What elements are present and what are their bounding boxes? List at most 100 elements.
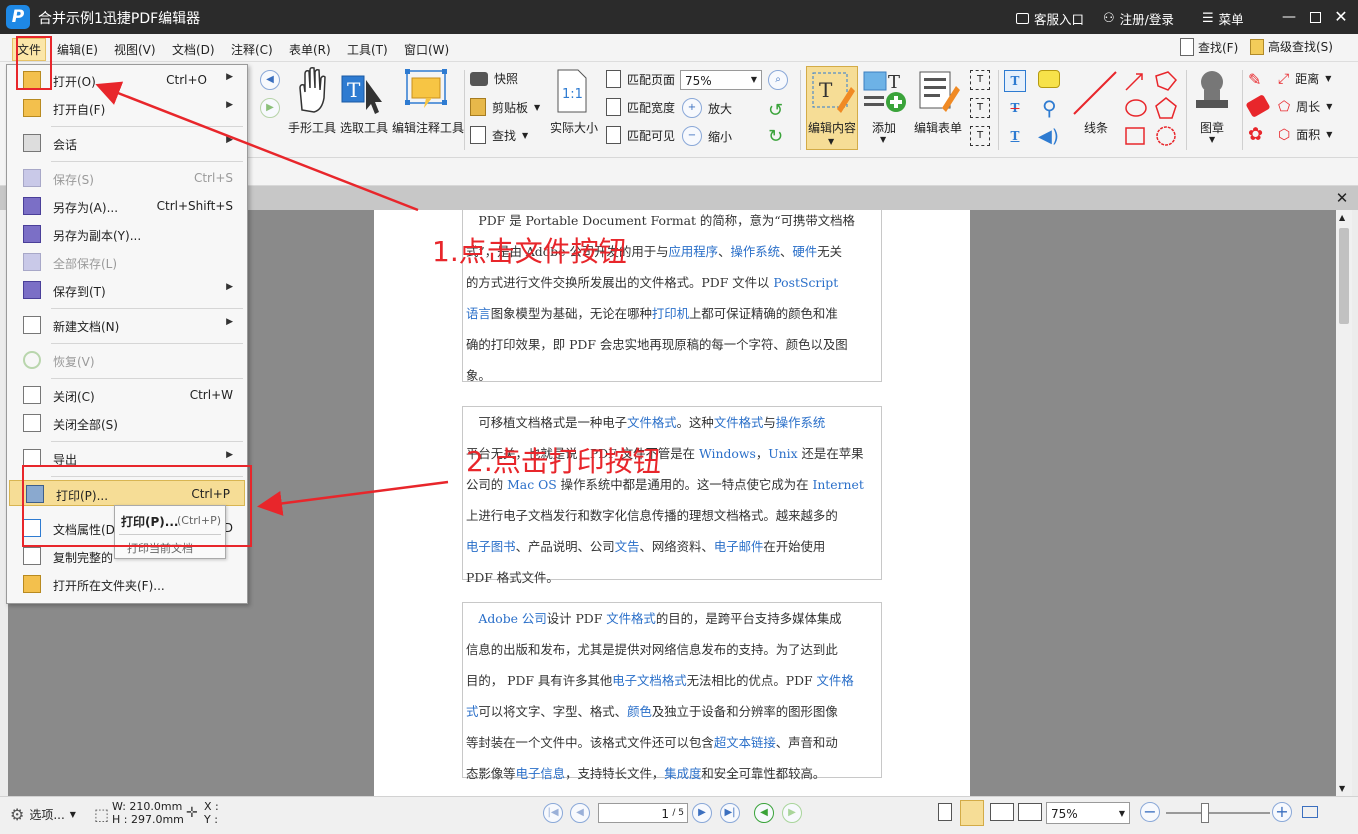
distance-button[interactable]: ⤢ 距离 ▼ xyxy=(1278,70,1331,87)
back-icon[interactable]: ◀ xyxy=(260,70,280,90)
history-back-icon[interactable]: ◀ xyxy=(754,803,774,823)
hyperlink[interactable]: Adobe 公司 xyxy=(478,611,546,626)
scrollbar-thumb[interactable] xyxy=(1339,228,1349,324)
login-button[interactable]: ⚇ 注册/登录 xyxy=(1103,9,1174,28)
hyperlink[interactable]: 集成度 xyxy=(664,766,701,781)
edit-content-button[interactable]: T 编辑内容 ▼ xyxy=(806,66,858,150)
hyperlink[interactable]: 操作系统 xyxy=(776,415,826,430)
clipboard-button[interactable]: 剪贴板 ▼ xyxy=(470,98,540,116)
menu-view[interactable]: 视图(V) xyxy=(114,41,156,58)
zoom-out-button[interactable]: − 缩小 xyxy=(682,126,732,146)
forward-icon[interactable]: ▶ xyxy=(260,98,280,118)
menu-item-save-to[interactable]: 保存到(T) ▶ xyxy=(7,277,247,303)
hyperlink[interactable]: 电子信息 xyxy=(516,766,566,781)
menu-edit[interactable]: 编辑(E) xyxy=(57,41,98,58)
service-button[interactable]: 客服入口 xyxy=(1016,9,1084,28)
stamp-button[interactable] xyxy=(1190,68,1234,116)
hyperlink[interactable]: 电子邮件 xyxy=(714,539,764,554)
facing-page-icon[interactable] xyxy=(990,803,1014,821)
strikeout-icon[interactable]: T xyxy=(1004,98,1026,120)
zoom-in-button[interactable]: + 放大 xyxy=(682,98,732,118)
hyperlink[interactable]: 操作系统 xyxy=(730,244,780,259)
hyperlink[interactable]: Internet xyxy=(812,477,863,492)
status-zoom-out-icon[interactable]: − xyxy=(1140,802,1160,822)
main-menu-button[interactable]: ☰ 菜单 xyxy=(1202,9,1244,28)
hyperlink[interactable]: 电子文档格式 xyxy=(612,673,686,688)
hyperlink[interactable]: 电子图书 xyxy=(466,539,516,554)
scroll-down-icon[interactable]: ▼ xyxy=(1339,784,1345,793)
scroll-up-icon[interactable]: ▲ xyxy=(1339,213,1345,222)
advanced-find-button[interactable]: 高级查找(S) xyxy=(1250,38,1333,55)
menu-item-save[interactable]: 保存(S) Ctrl+S xyxy=(7,165,247,191)
pencil-icon[interactable]: ✎ xyxy=(1248,70,1268,90)
perimeter-button[interactable]: ⬠ 周长 ▼ xyxy=(1278,98,1332,115)
menu-item-close-all[interactable]: 关闭全部(S) xyxy=(7,410,247,436)
first-page-icon[interactable]: |◀ xyxy=(543,803,563,823)
hyperlink[interactable]: PostScript xyxy=(773,275,838,290)
rotate-cw-icon[interactable]: ↻ xyxy=(768,126,783,147)
attachment-icon[interactable]: ⚲ xyxy=(1042,96,1057,120)
text-field-icon[interactable]: T xyxy=(970,70,990,90)
close-window-button[interactable]: ✕ xyxy=(1330,6,1352,28)
menu-document[interactable]: 文档(D) xyxy=(172,41,215,58)
status-zoom-select[interactable]: 75% ▼ xyxy=(1046,802,1130,824)
hyperlink[interactable]: 文件格 xyxy=(817,673,854,688)
fit-width-button[interactable]: 匹配宽度 xyxy=(606,98,675,116)
typewriter-icon[interactable]: T xyxy=(1004,70,1026,92)
minimize-button[interactable]: — xyxy=(1278,6,1300,28)
hyperlink[interactable]: Unix xyxy=(768,446,797,461)
actual-size-button[interactable]: 1:1 xyxy=(554,68,590,114)
menu-window[interactable]: 窗口(W) xyxy=(404,41,449,58)
hyperlink[interactable]: 超文本链接 xyxy=(714,735,776,750)
edit-form-button[interactable] xyxy=(916,68,962,114)
menu-item-save-copy[interactable]: 另存为副本(Y)... xyxy=(7,221,247,247)
snapshot-button[interactable]: 快照 xyxy=(470,70,518,87)
menu-comment[interactable]: 注释(C) xyxy=(231,41,273,58)
rotate-ccw-icon[interactable]: ↺ xyxy=(768,100,783,121)
hyperlink[interactable]: 打印机 xyxy=(652,306,689,321)
menu-item-new-document[interactable]: 新建文档(N) ▶ xyxy=(7,312,247,338)
prev-page-icon[interactable]: ◀ xyxy=(570,803,590,823)
select-tool-button[interactable]: T xyxy=(340,72,384,116)
fit-visible-button[interactable]: 匹配可见 xyxy=(606,126,675,144)
hyperlink[interactable]: 文件格式 xyxy=(714,415,764,430)
hyperlink[interactable]: 文件格式 xyxy=(606,611,656,626)
zoom-select[interactable]: 75% ▼ xyxy=(680,70,762,90)
status-zoom-in-icon[interactable]: + xyxy=(1272,802,1292,822)
hyperlink[interactable]: 语言 xyxy=(466,306,491,321)
hyperlink[interactable]: 颜色 xyxy=(627,704,652,719)
menu-form[interactable]: 表单(R) xyxy=(289,41,331,58)
polygon-cloud-icon[interactable]: ✿ xyxy=(1248,124,1263,145)
add-button[interactable]: T xyxy=(862,68,908,114)
zoom-slider-track[interactable] xyxy=(1166,812,1270,814)
menu-item-open-folder[interactable]: 打开所在文件夹(F)... xyxy=(7,571,247,597)
hyperlink[interactable]: 式 xyxy=(466,704,478,719)
hyperlink[interactable]: 硬件 xyxy=(792,244,817,259)
continuous-facing-icon[interactable] xyxy=(1018,803,1042,821)
find-tool-button[interactable]: 查找 ▼ xyxy=(470,126,528,144)
line-tool-button[interactable] xyxy=(1070,68,1120,118)
menu-item-session[interactable]: 会话 ▶ xyxy=(7,130,247,156)
menu-item-save-all[interactable]: 全部保存(L) xyxy=(7,249,247,275)
find-button[interactable]: 查找(F) xyxy=(1180,38,1238,56)
text-box-icon[interactable]: T xyxy=(970,98,990,118)
hyperlink[interactable]: Windows xyxy=(699,446,756,461)
close-document-icon[interactable]: ✕ xyxy=(1334,190,1350,206)
menu-item-save-as[interactable]: 另存为(A)... Ctrl+Shift+S xyxy=(7,193,247,219)
next-page-icon[interactable]: ▶ xyxy=(692,803,712,823)
continuous-page-icon[interactable] xyxy=(960,800,984,826)
fit-page-button[interactable]: 匹配页面 xyxy=(606,70,675,88)
page-number-input[interactable]: 1 / 5 xyxy=(598,803,688,823)
menu-item-revert[interactable]: 恢复(V) xyxy=(7,347,247,373)
single-page-icon[interactable] xyxy=(938,803,952,821)
sticky-note-icon[interactable] xyxy=(1038,70,1060,88)
menu-tools[interactable]: 工具(T) xyxy=(347,41,388,58)
eraser-icon[interactable] xyxy=(1245,94,1271,118)
annotation-edit-button[interactable] xyxy=(404,68,450,116)
hand-tool-button[interactable] xyxy=(292,66,332,116)
last-page-icon[interactable]: ▶| xyxy=(720,803,740,823)
sound-icon[interactable]: ◀) xyxy=(1038,126,1059,147)
zoom-slider-thumb[interactable] xyxy=(1201,803,1209,823)
options-button[interactable]: ⚙ 选项... ▼ xyxy=(10,805,76,824)
callout-text-icon[interactable]: T xyxy=(970,126,990,146)
